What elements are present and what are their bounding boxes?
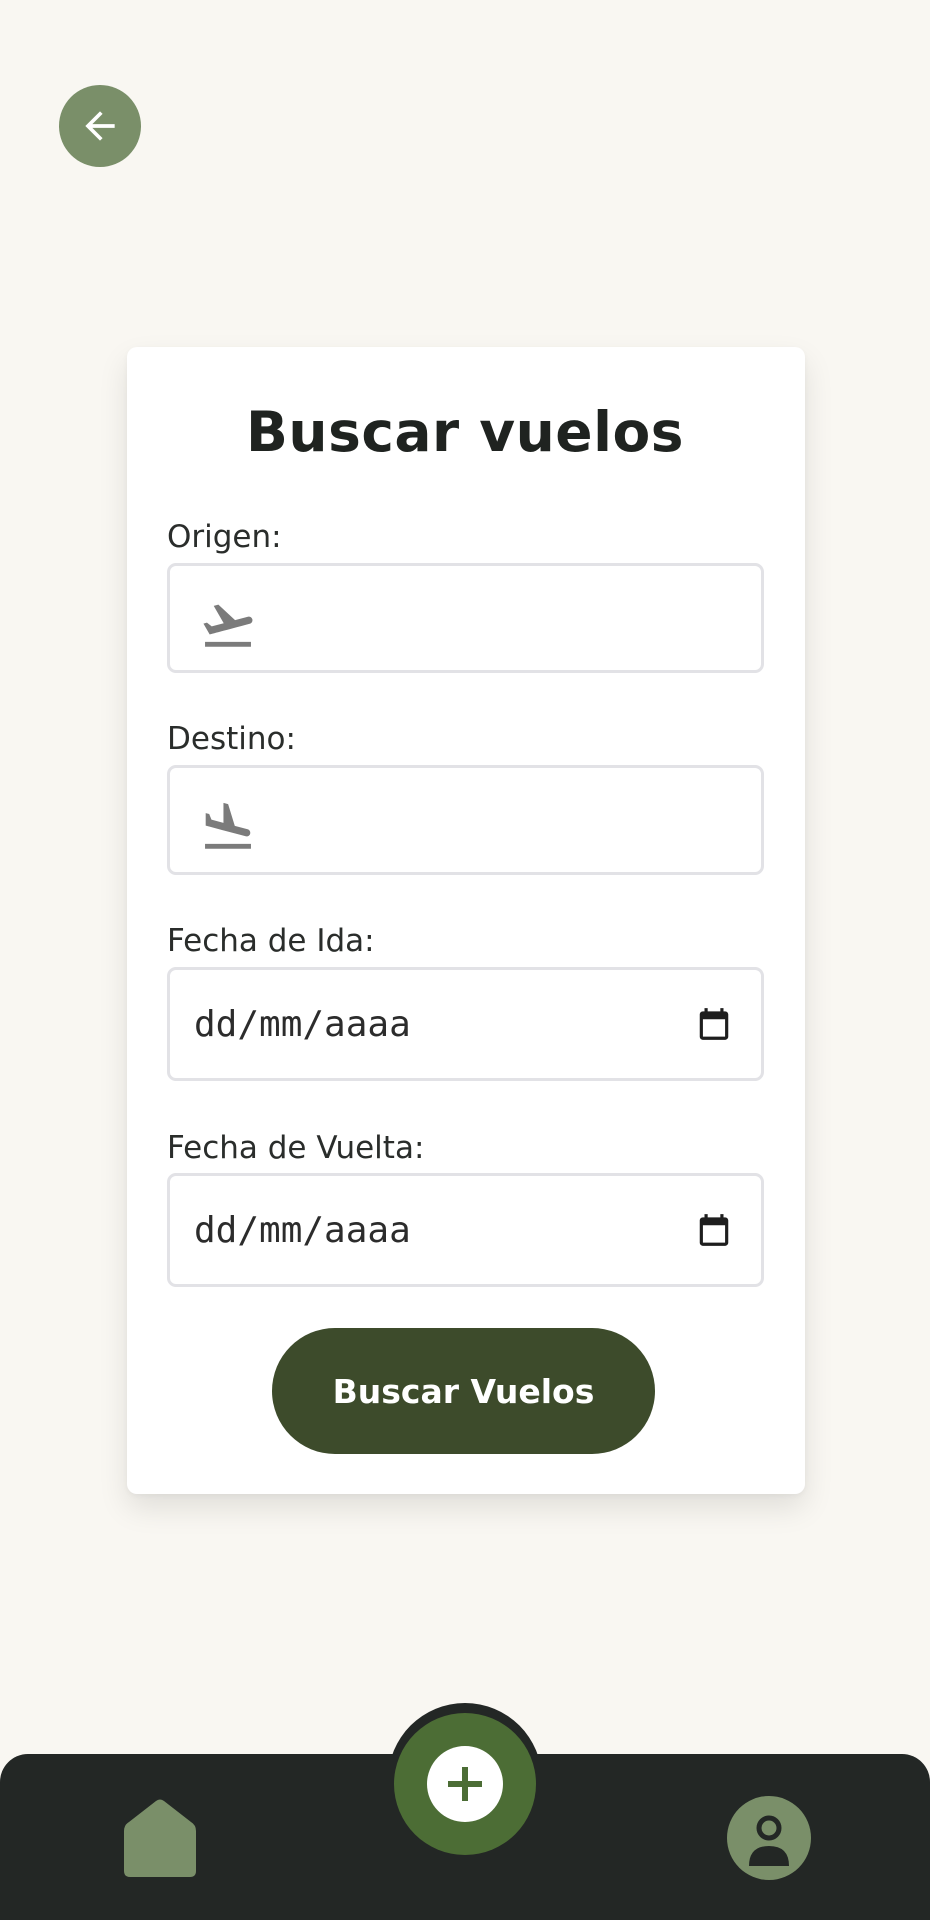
- page: Buscar vuelos Origen: Destino: Fecha de …: [0, 0, 930, 1920]
- search-flights-button[interactable]: Buscar Vuelos: [272, 1328, 655, 1454]
- form-title: Buscar vuelos: [246, 400, 684, 464]
- calendar-icon[interactable]: [695, 1211, 733, 1249]
- return-date-label: Fecha de Vuelta:: [167, 1130, 425, 1166]
- origin-field[interactable]: [167, 563, 764, 673]
- calendar-icon[interactable]: [695, 1005, 733, 1043]
- back-button[interactable]: [59, 85, 141, 167]
- departure-date-field[interactable]: dd/mm/aaaa: [167, 967, 764, 1081]
- arrow-left-icon: [85, 111, 115, 141]
- departure-date-placeholder: dd/mm/aaaa: [194, 1003, 411, 1045]
- destination-field[interactable]: [167, 765, 764, 875]
- plus-icon: [427, 1746, 503, 1822]
- destination-label: Destino:: [167, 721, 296, 757]
- return-date-placeholder: dd/mm/aaaa: [194, 1209, 411, 1251]
- home-icon[interactable]: [116, 1795, 204, 1881]
- destination-input[interactable]: [170, 768, 761, 872]
- user-icon[interactable]: [727, 1796, 811, 1880]
- add-button[interactable]: [394, 1713, 536, 1855]
- origin-input[interactable]: [170, 566, 761, 670]
- origin-label: Origen:: [167, 519, 282, 555]
- return-date-field[interactable]: dd/mm/aaaa: [167, 1173, 764, 1287]
- departure-date-label: Fecha de Ida:: [167, 923, 375, 959]
